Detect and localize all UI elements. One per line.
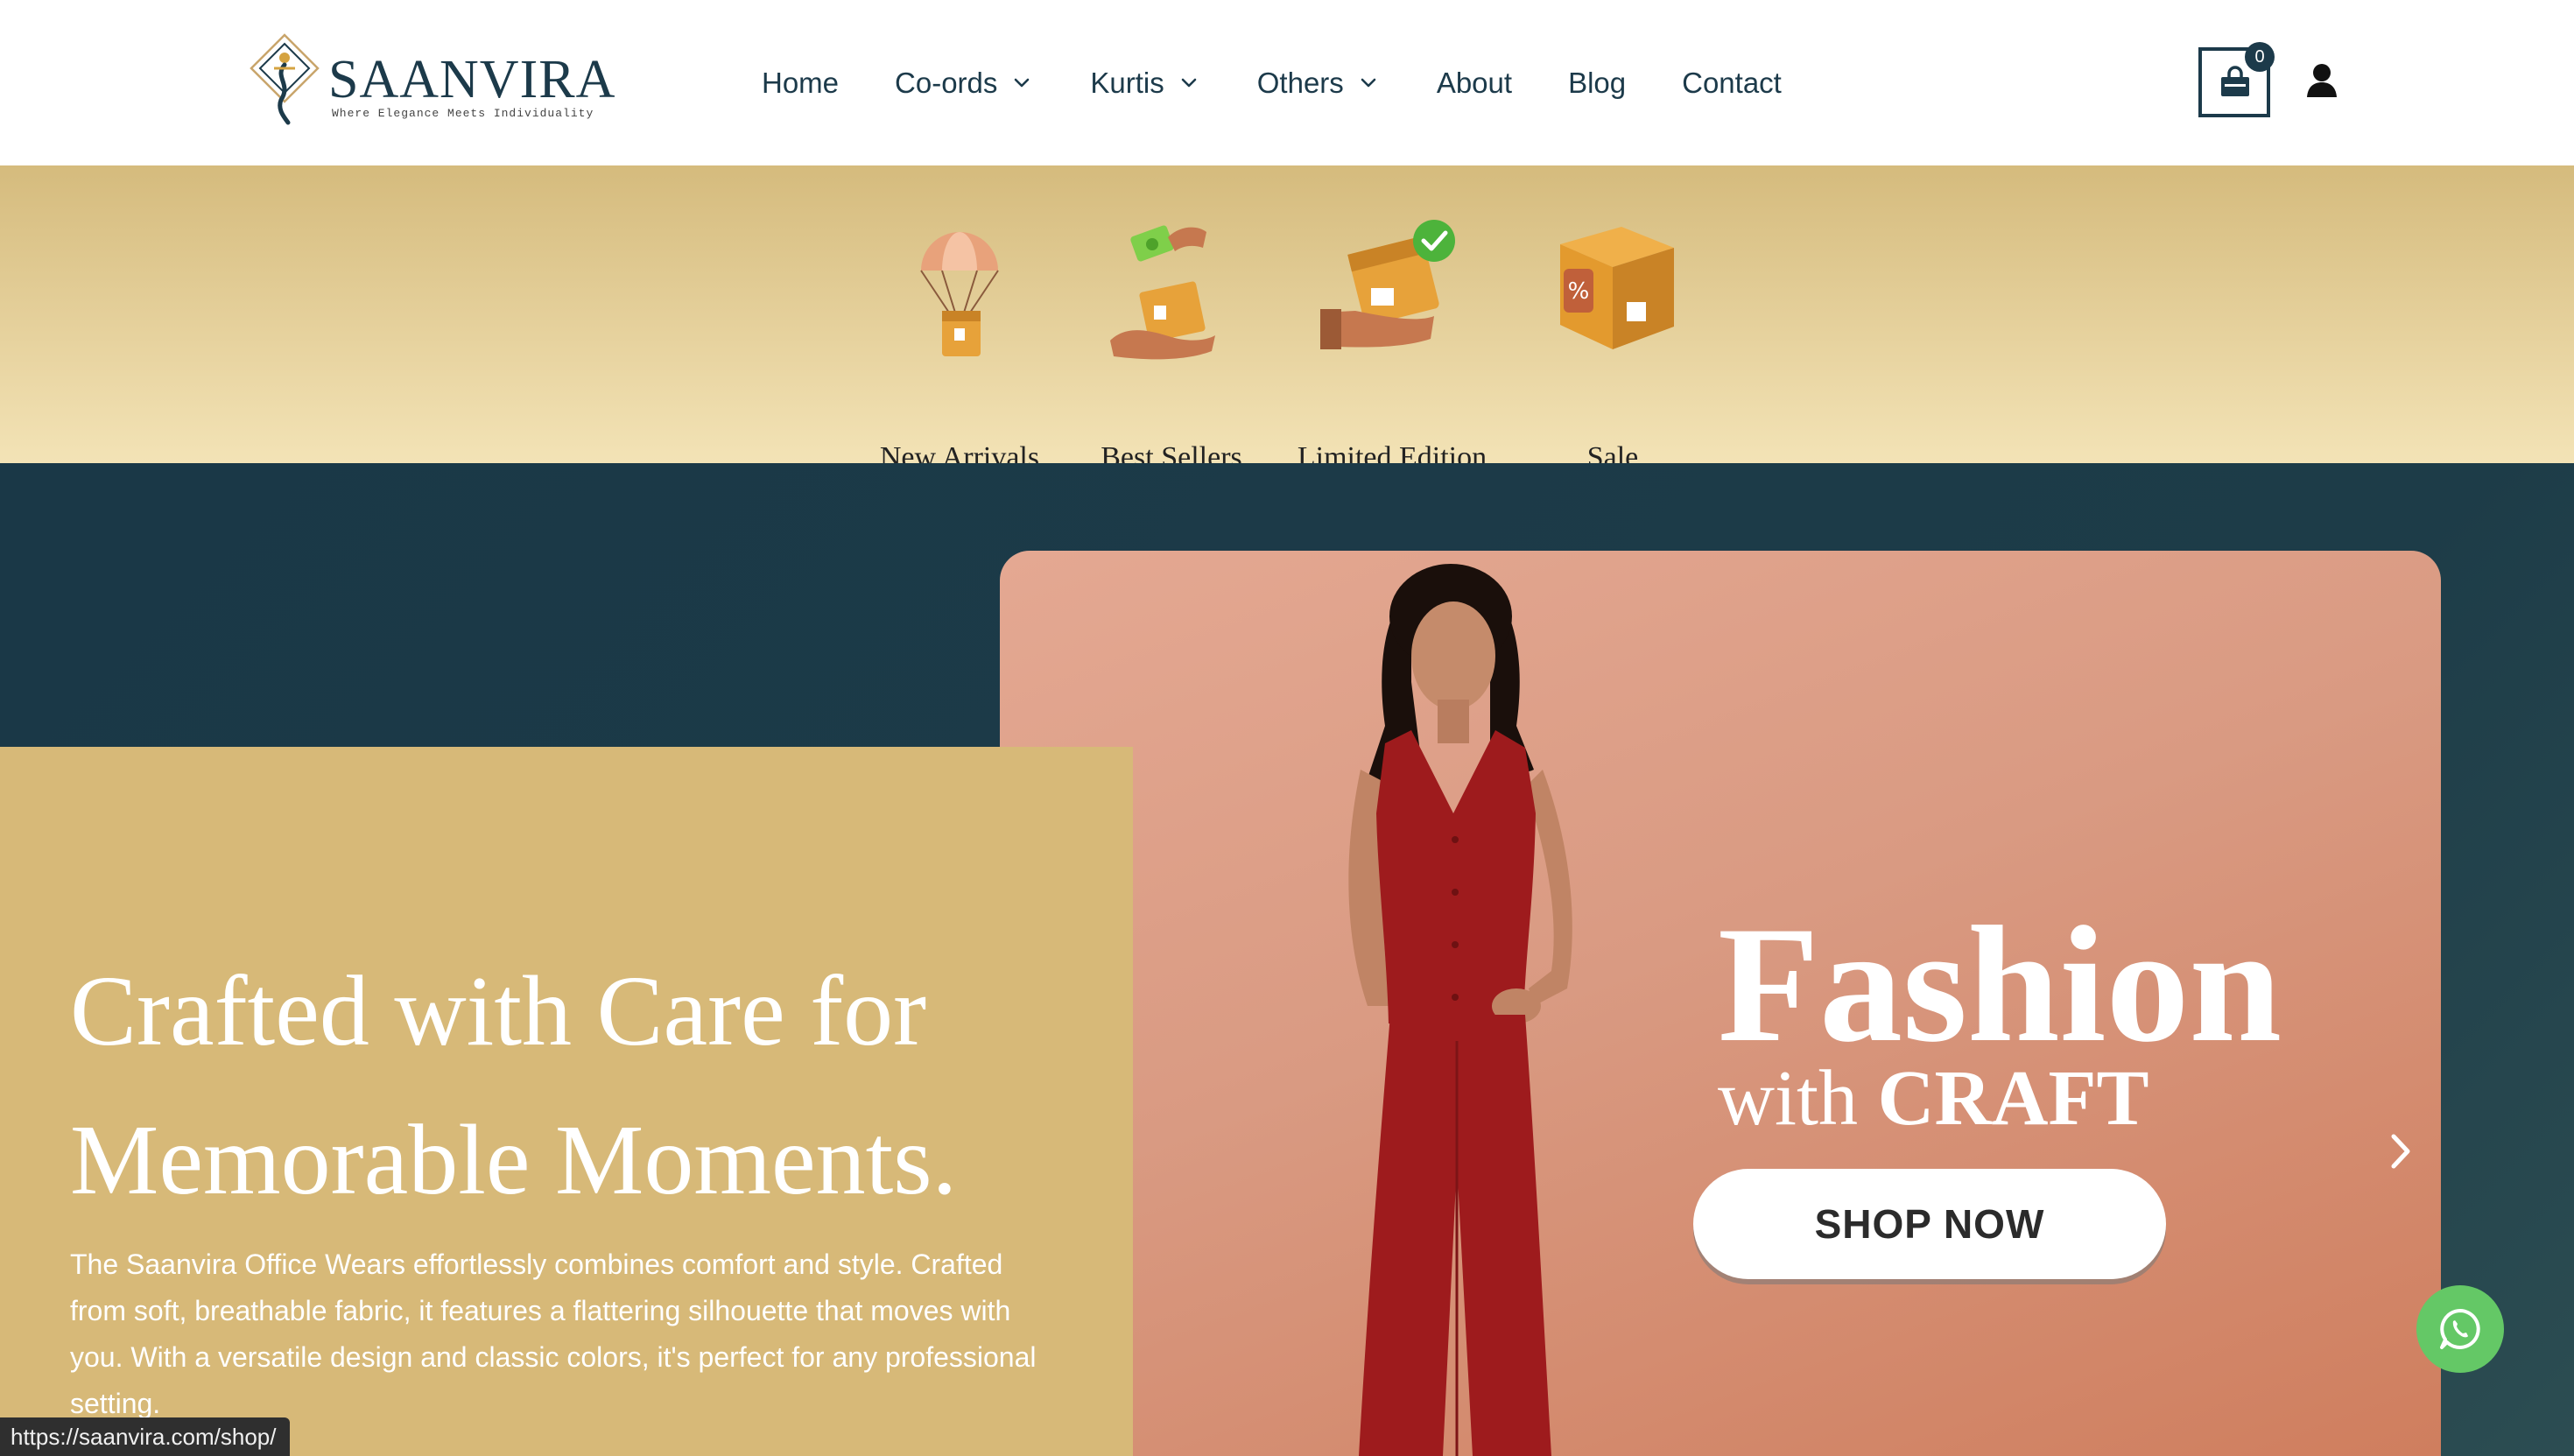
user-icon[interactable] <box>2306 63 2338 98</box>
category-best-sellers[interactable]: Best Sellers <box>1101 218 1242 474</box>
chevron-right-icon[interactable] <box>2385 1129 2416 1173</box>
shopping-bag-icon <box>2221 66 2249 96</box>
nav-item-about[interactable]: About <box>1437 67 1512 100</box>
nav-item-co-ords[interactable]: Co-ords <box>895 67 1034 100</box>
nav-item-kurtis[interactable]: Kurtis <box>1090 67 1200 100</box>
nav-item-label: About <box>1436 67 1513 99</box>
banner-subtitle-bold: CRAFT <box>1877 1055 2149 1142</box>
chevron-down-icon <box>1361 78 1376 88</box>
svg-text:%: % <box>1568 278 1590 305</box>
shop-now-button[interactable]: SHOP NOW <box>1693 1169 2166 1279</box>
nav-item-contact[interactable]: Contact <box>1682 67 1782 100</box>
hero-headline-line2: Memorable Moments. <box>70 1104 958 1215</box>
main-nav: Home Co-ords Kurtis Others About Blog Co… <box>762 61 1782 105</box>
category-bar: New Arrivals Best Sellers Limited Editio… <box>0 165 2574 474</box>
brand-tagline: Where Elegance Meets Individuality <box>332 107 594 120</box>
discount-box-icon: % <box>1560 227 1674 349</box>
chevron-down-icon <box>1015 78 1030 88</box>
banner-title: Fashion <box>1718 893 2282 1077</box>
banner-subtitle: with CRAFT <box>1718 1059 2149 1138</box>
nav-item-blog[interactable]: Blog <box>1568 67 1626 100</box>
nav-item-label: Blog <box>1568 67 1627 99</box>
status-bar-url: https://saanvira.com/shop/ <box>0 1417 291 1456</box>
nav-item-label: Kurtis <box>1090 67 1164 99</box>
whatsapp-icon <box>2440 1309 2480 1349</box>
site-header: SAANVIRA Where Elegance Meets Individual… <box>0 0 2574 165</box>
nav-item-label: Others <box>1256 67 1344 99</box>
brand-logo[interactable]: SAANVIRA Where Elegance Meets Individual… <box>248 32 615 128</box>
logo-emblem-icon <box>250 33 320 125</box>
banner-subtitle-prefix: with <box>1718 1055 1878 1142</box>
nav-item-home[interactable]: Home <box>762 67 839 100</box>
category-new-arrivals[interactable]: New Arrivals <box>880 218 1039 474</box>
cart-count-badge: 0 <box>2245 42 2275 72</box>
hero-headline: Crafted with Care for Memorable Moments. <box>70 937 1086 1234</box>
chevron-down-icon <box>1181 78 1197 88</box>
category-limited-edition[interactable]: Limited Edition <box>1298 218 1487 474</box>
whatsapp-button[interactable] <box>2416 1285 2504 1373</box>
category-sale[interactable]: % Sale <box>1543 218 1683 474</box>
nav-item-label: Co-ords <box>895 67 998 99</box>
brand-name: SAANVIRA <box>328 50 616 109</box>
hero-description: The Saanvira Office Wears effortlessly c… <box>70 1249 1037 1419</box>
hand-money-box-icon <box>1110 225 1215 360</box>
nav-item-label: Home <box>762 67 840 99</box>
nav-item-others[interactable]: Others <box>1257 67 1381 100</box>
nav-item-label: Contact <box>1682 67 1782 99</box>
hero-headline-line1: Crafted with Care for <box>70 955 927 1066</box>
hand-box-check-icon <box>1320 220 1455 349</box>
parachute-box-icon <box>920 232 999 356</box>
